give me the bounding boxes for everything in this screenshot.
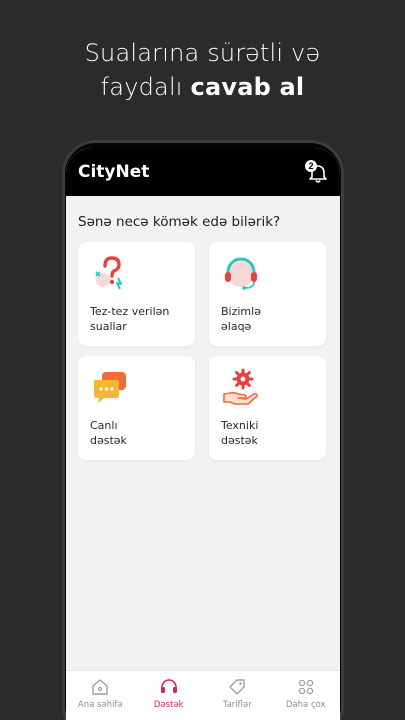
faq-card[interactable]: Tez-tez verilən suallar — [78, 242, 195, 346]
headline-line1: Sualarına sürətli və — [84, 39, 321, 67]
headset-icon — [225, 257, 257, 290]
tag-icon — [229, 679, 245, 695]
headline-line2-prefix: faydalı — [100, 73, 183, 101]
bottom-tab-bar: Ana səhifə Dəstək Tariflər Daha çox — [66, 670, 340, 720]
headline-line2: faydalı cavab al — [0, 70, 405, 104]
contact-card[interactable]: Bizimlə əlaqə — [209, 242, 326, 346]
headset-icon — [160, 679, 177, 693]
tab-support-label: Dəstək — [153, 700, 184, 710]
notification-badge: 2 — [305, 160, 317, 172]
question-bubble-icon — [95, 256, 122, 290]
faq-card-label: Tez-tez verilən suallar — [90, 305, 170, 333]
tab-more-label: Daha çox — [285, 700, 326, 710]
contact-card-label: Bizimlə əlaqə — [221, 305, 261, 333]
brand-logo: CityNet — [78, 162, 150, 182]
headline-line2-bold: cavab al — [190, 73, 305, 101]
live-support-card-label: Canlı dəstək — [90, 419, 127, 447]
tab-tariffs-label: Tariflər — [222, 700, 252, 710]
live-support-card[interactable]: Canlı dəstək — [78, 356, 195, 460]
tab-home[interactable]: Ana səhifə — [66, 671, 135, 720]
tab-home-label: Ana səhifə — [77, 700, 123, 710]
gear-hand-icon — [223, 368, 258, 405]
phone-screen: CityNet 2 Sənə necə kömək edə bilərik? T… — [66, 148, 340, 720]
tech-support-card[interactable]: Texniki dəstək — [209, 356, 326, 460]
app-bar: CityNet 2 — [66, 148, 340, 196]
tab-tariffs[interactable]: Tariflər — [203, 671, 272, 720]
promo-headline: Sualarına sürətli və faydalı cavab al — [0, 36, 405, 104]
chat-bubbles-icon — [94, 372, 126, 403]
help-prompt: Sənə necə kömək edə bilərik? — [78, 214, 281, 230]
tech-support-card-label: Texniki dəstək — [221, 419, 259, 447]
notifications-button[interactable]: 2 — [304, 160, 328, 184]
tab-support[interactable]: Dəstək — [135, 671, 204, 720]
grid-icon — [298, 679, 313, 695]
home-icon — [92, 679, 108, 695]
tab-more[interactable]: Daha çox — [272, 671, 341, 720]
